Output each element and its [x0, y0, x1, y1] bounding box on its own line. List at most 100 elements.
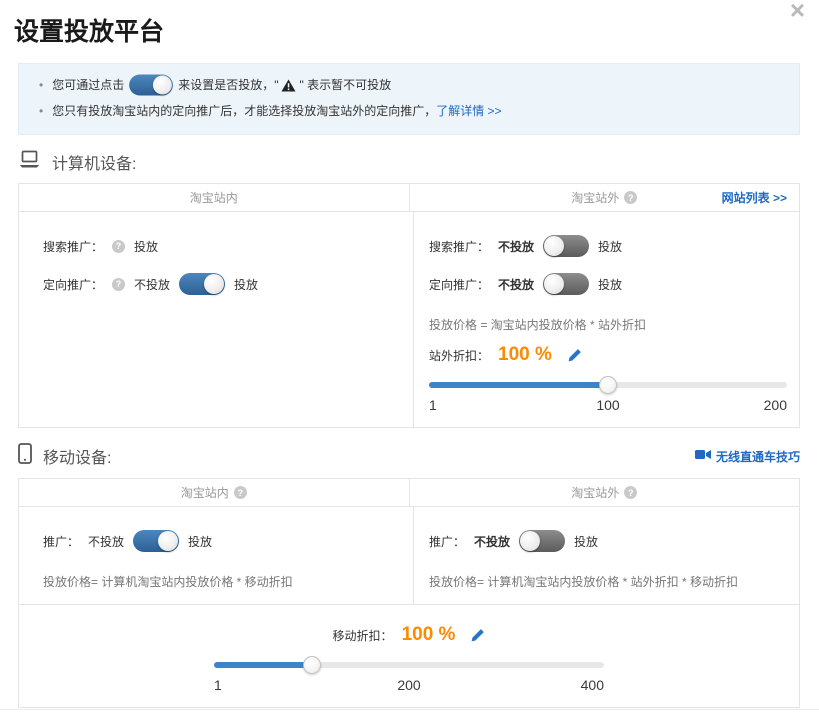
- learn-more-link[interactable]: 了解详情 >>: [436, 98, 501, 124]
- computer-onsite-cell: 搜索推广： 投放 定向推广： 不投放 投放: [19, 212, 413, 427]
- page-title: 设置投放平台: [14, 12, 819, 48]
- mobile-discount-label: 移动折扣：: [333, 627, 393, 644]
- mobile-panel-body: 推广： 不投放 投放 投放价格= 计算机淘宝站内投放价格 * 移动折扣 推广： …: [19, 507, 799, 604]
- notice-text: 您可通过点击: [52, 72, 124, 98]
- slider-labels: 1 200 400: [214, 677, 604, 693]
- slider-track[interactable]: [214, 662, 604, 668]
- on-state-label: 投放: [234, 276, 258, 293]
- computer-panel-header: 淘宝站内 淘宝站外 网站列表 >>: [19, 184, 799, 212]
- computer-section-header: 计算机设备:: [18, 150, 800, 174]
- offsite-discount-label: 站外折扣：: [429, 347, 489, 364]
- search-promo-status: 投放: [134, 238, 158, 255]
- on-state-label: 投放: [188, 533, 212, 550]
- mobile-panel-header: 淘宝站内 淘宝站外: [19, 479, 799, 507]
- on-state-label: 投放: [598, 276, 622, 293]
- wireless-tips-link[interactable]: 无线直通车技巧: [695, 448, 800, 465]
- phone-icon: [18, 443, 32, 469]
- slider-fill: [429, 382, 608, 388]
- search-promo-row: 搜索推广： 投放: [43, 234, 401, 258]
- help-icon[interactable]: [112, 240, 125, 253]
- help-icon[interactable]: [624, 486, 637, 499]
- target-promo-row: 定向推广： 不投放 投放: [429, 272, 787, 296]
- offsite-header-label: 淘宝站外: [571, 484, 619, 501]
- slider-min-label: 1: [214, 677, 222, 693]
- search-promo-label: 搜索推广：: [43, 238, 103, 255]
- slider-knob[interactable]: [303, 656, 321, 674]
- offsite-discount-value: 100 %: [498, 344, 552, 366]
- onsite-header-label: 淘宝站内: [181, 484, 229, 501]
- target-promo-label: 定向推广：: [429, 276, 489, 293]
- mobile-discount-slider[interactable]: 1 200 400: [214, 662, 604, 693]
- mobile-discount-value: 100 %: [402, 624, 456, 646]
- on-state-label: 投放: [574, 533, 598, 550]
- toggle-knob[interactable]: [520, 531, 540, 551]
- computer-offsite-cell: 搜索推广： 不投放 投放 定向推广： 不投放 投放 投放价格 = 淘宝站内投放价…: [413, 212, 799, 427]
- computer-panel: 淘宝站内 淘宝站外 网站列表 >> 搜索推广： 投放 定向推广： 不投放: [18, 183, 800, 428]
- off-state-label: 不投放: [134, 276, 170, 293]
- mobile-discount-section: 移动折扣： 100 % 1 200 400: [19, 604, 799, 707]
- video-icon: [695, 449, 711, 463]
- mobile-offsite-formula: 投放价格= 计算机淘宝站内投放价格 * 站外折扣 * 移动折扣: [429, 573, 787, 590]
- slider-min-label: 1: [429, 397, 437, 413]
- search-promo-row: 搜索推广： 不投放 投放: [429, 234, 787, 258]
- offsite-header-label: 淘宝站外: [571, 189, 619, 206]
- slider-max-label: 200: [764, 397, 787, 413]
- promo-label: 推广：: [429, 533, 465, 550]
- offsite-header: 淘宝站外 网站列表 >>: [409, 184, 800, 211]
- edit-pencil-icon[interactable]: [567, 348, 582, 363]
- computer-icon: [18, 150, 41, 174]
- off-state-label: 不投放: [88, 533, 124, 550]
- target-promo-label: 定向推广：: [43, 276, 103, 293]
- warning-triangle-icon: [281, 79, 296, 92]
- help-icon[interactable]: [234, 486, 247, 499]
- target-promo-row: 定向推广： 不投放 投放: [43, 272, 401, 296]
- offsite-discount-slider[interactable]: 1 100 200: [429, 382, 787, 413]
- set-placement-platform-dialog: × 设置投放平台 • 您可通过点击 来设置是否投放，" " 表示暂不可投放 • …: [0, 0, 819, 714]
- edit-pencil-icon[interactable]: [470, 628, 485, 643]
- mobile-discount-line: 移动折扣： 100 %: [19, 621, 799, 649]
- bullet-icon: •: [39, 98, 43, 124]
- search-promo-label: 搜索推广：: [429, 238, 489, 255]
- mobile-offsite-toggle[interactable]: [519, 530, 565, 552]
- offsite-header: 淘宝站外: [409, 479, 800, 506]
- offsite-discount-line: 站外折扣： 100 %: [429, 341, 787, 369]
- toggle-knob[interactable]: [158, 531, 178, 551]
- toggle-knob: [153, 76, 172, 95]
- computer-panel-body: 搜索推广： 投放 定向推广： 不投放 投放 搜索推广： 不投放 投放: [19, 212, 799, 427]
- mobile-panel: 淘宝站内 淘宝站外 推广： 不投放 投放 投放价格= 计算机淘宝站内投放价格 *…: [18, 478, 800, 708]
- promo-row: 推广： 不投放 投放: [429, 529, 787, 553]
- onsite-header: 淘宝站内: [19, 184, 409, 211]
- target-promo-toggle[interactable]: [543, 273, 589, 295]
- wireless-tips-label: 无线直通车技巧: [716, 448, 800, 465]
- bottom-divider: [0, 709, 819, 710]
- slider-mid-label: 100: [596, 397, 619, 413]
- off-state-label: 不投放: [498, 238, 534, 255]
- help-icon[interactable]: [112, 278, 125, 291]
- mobile-offsite-cell: 推广： 不投放 投放 投放价格= 计算机淘宝站内投放价格 * 站外折扣 * 移动…: [413, 507, 799, 604]
- on-state-label: 投放: [598, 238, 622, 255]
- toggle-knob[interactable]: [544, 236, 564, 256]
- toggle-knob[interactable]: [204, 274, 224, 294]
- toggle-knob[interactable]: [544, 274, 564, 294]
- slider-max-label: 400: [581, 677, 604, 693]
- computer-section-title: 计算机设备:: [52, 150, 136, 174]
- slider-knob[interactable]: [599, 376, 617, 394]
- slider-labels: 1 100 200: [429, 397, 787, 413]
- search-promo-toggle[interactable]: [543, 235, 589, 257]
- promo-row: 推广： 不投放 投放: [43, 529, 401, 553]
- site-list-link[interactable]: 网站列表 >>: [722, 184, 787, 212]
- target-promo-toggle[interactable]: [179, 273, 225, 295]
- help-icon[interactable]: [624, 191, 637, 204]
- bullet-icon: •: [39, 72, 43, 98]
- off-state-label: 不投放: [474, 533, 510, 550]
- mobile-onsite-cell: 推广： 不投放 投放 投放价格= 计算机淘宝站内投放价格 * 移动折扣: [19, 507, 413, 604]
- notice-text: 您只有投放淘宝站内的定向推广后，才能选择投放淘宝站外的定向推广，: [52, 98, 436, 124]
- slider-track[interactable]: [429, 382, 787, 388]
- notice-text: " 表示暂不可投放: [299, 72, 391, 98]
- toggle-demo: [129, 75, 173, 96]
- off-state-label: 不投放: [498, 276, 534, 293]
- mobile-onsite-toggle[interactable]: [133, 530, 179, 552]
- notice-box: • 您可通过点击 来设置是否投放，" " 表示暂不可投放 • 您只有投放淘宝站内…: [18, 63, 800, 135]
- notice-line-1: • 您可通过点击 来设置是否投放，" " 表示暂不可投放: [39, 72, 779, 98]
- close-icon[interactable]: ×: [790, 0, 805, 24]
